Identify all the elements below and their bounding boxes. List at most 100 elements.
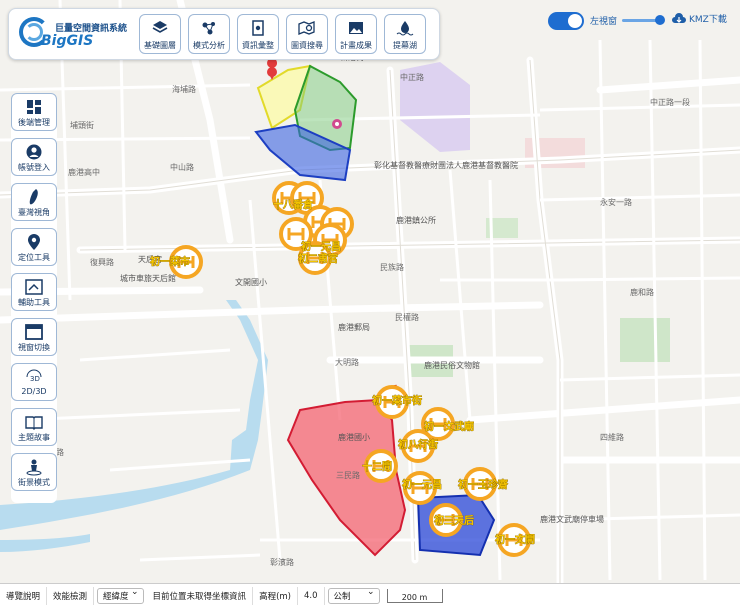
project-results-label: 計畫成果 xyxy=(340,41,372,50)
map-canvas[interactable]: 海埔路 中山路 民族路 民權路 中正路 鹿和路 大明路 三民路 彰濱路 鹿港高中… xyxy=(0,0,740,607)
sidebar-item-label: 2D/3D xyxy=(21,387,47,396)
taiwan-icon xyxy=(27,187,41,207)
coord-status: 目前位置未取得坐標資訊 xyxy=(147,586,254,605)
road-label: 民權路 xyxy=(395,312,419,322)
sidebar-item-2d3d[interactable]: 3D 2D/3D xyxy=(11,363,57,401)
left-window-label: 左視窗 xyxy=(590,17,618,27)
marker-label: 初一文武廟 xyxy=(424,420,474,433)
unit-select[interactable]: 公制 xyxy=(327,587,380,604)
marker-label: 初一元昌 xyxy=(301,240,341,253)
report-icon xyxy=(247,18,269,38)
elevation-label: 高程(m) xyxy=(253,586,298,605)
road-label: 中山路 xyxy=(170,162,194,172)
sidebar-item-login[interactable]: 帳號登入 xyxy=(11,138,57,176)
water-icon xyxy=(394,18,416,38)
sidebar-item-label: 主題故事 xyxy=(18,433,50,442)
logo-title: BigGIS xyxy=(41,33,94,49)
road-label: 復興路 xyxy=(90,257,114,267)
location-pin-icon xyxy=(332,119,342,129)
sidebar-item-label: 街景模式 xyxy=(18,478,50,487)
marker-label: 初一元昌 xyxy=(402,478,442,491)
map-search-icon xyxy=(296,18,318,38)
marker-label: 初三天后 xyxy=(434,514,474,527)
performance-button[interactable]: 效能檢測 xyxy=(47,586,95,605)
map-app: 海埔路 中山路 民族路 民權路 中正路 鹿和路 大明路 三民路 彰濱路 鹿港高中… xyxy=(0,0,740,607)
dashboard-icon xyxy=(26,97,42,117)
marker-label: 初八行街 xyxy=(398,438,438,451)
road-label: 中正路 xyxy=(400,72,424,82)
road-label: 永安一路 xyxy=(600,197,632,207)
status-bar: 導覽說明 效能檢測 經緯度 目前位置未取得坐標資訊 高程(m) 4.0 公制 2… xyxy=(0,583,740,607)
top-toolbar: 巨量空間資訊系統 BigGIS 基礎圖層 模式分析 資訊彙整 圖資搜尋 計畫成果… xyxy=(8,8,440,60)
marker-label: 初二甫宮 xyxy=(298,252,338,265)
image-icon xyxy=(345,18,367,38)
sidebar-item-taiwan-view[interactable]: 臺灣視角 xyxy=(11,183,57,221)
guide-button[interactable]: 導覽說明 xyxy=(0,586,48,605)
lake-button[interactable]: 提幕湖 xyxy=(384,14,426,54)
road-label: 埔頭街 xyxy=(70,120,94,130)
road-label: 鹿和路 xyxy=(630,287,654,297)
3d-icon: 3D xyxy=(24,367,44,387)
road-label: 大明路 xyxy=(335,357,359,367)
scale-bar: 200 m xyxy=(386,588,443,603)
base-layers-button[interactable]: 基礎圖層 xyxy=(139,14,181,54)
place-label: 鹿港鎮公所 xyxy=(396,215,436,225)
left-window-toggle[interactable] xyxy=(548,12,584,30)
place-label: 城市車旅天后館 xyxy=(120,273,176,283)
marker-label: 十二間 xyxy=(362,460,392,473)
sidebar-item-admin[interactable]: 後端管理 xyxy=(11,93,57,131)
road-label: 民族路 xyxy=(380,262,404,272)
user-icon xyxy=(26,142,42,162)
book-icon xyxy=(25,412,43,432)
layers-icon xyxy=(149,18,171,38)
road-label: 海埔路 xyxy=(172,84,196,94)
cloud-download-icon xyxy=(672,12,686,23)
info-summary-button[interactable]: 資訊彙整 xyxy=(237,14,279,54)
sidebar-item-locate[interactable]: 定位工具 xyxy=(11,228,57,266)
coord-system-select[interactable]: 經緯度 xyxy=(97,587,144,604)
kmz-download-button[interactable]: KMZ下載 xyxy=(672,12,727,25)
place-label: 鹿港國小 xyxy=(338,432,370,442)
map-search-button[interactable]: 圖資搜尋 xyxy=(286,14,328,54)
sidebar-item-label: 臺灣視角 xyxy=(18,208,50,217)
model-analysis-label: 模式分析 xyxy=(193,41,225,50)
sidebar-item-story[interactable]: 主題故事 xyxy=(11,408,57,446)
opacity-slider[interactable] xyxy=(622,15,665,25)
info-summary-label: 資訊彙整 xyxy=(242,41,274,50)
place-label: 鹿港民俗文物館 xyxy=(424,360,480,370)
tools-icon xyxy=(25,277,43,297)
kmz-label: KMZ下載 xyxy=(689,15,727,25)
road-label: 中正路一段 xyxy=(650,97,690,107)
road-label: 彰濱路 xyxy=(270,557,294,567)
biggis-logo: 巨量空間資訊系統 BigGIS xyxy=(9,9,139,59)
marker-label: 初一文開 xyxy=(495,533,535,546)
sidebar-item-streetview[interactable]: 街景模式 xyxy=(11,453,57,491)
sidebar-item-label: 帳號登入 xyxy=(18,163,50,172)
sidebar-item-label: 輔助工具 xyxy=(18,298,50,307)
left-sidebar: 後端管理 帳號登入 臺灣視角 定位工具 輔助工具 視窗切換 3D 2D/3D 主 xyxy=(11,93,57,503)
location-pin-icon xyxy=(27,232,41,252)
project-results-button[interactable]: 計畫成果 xyxy=(335,14,377,54)
marker-label: 十八番倉 xyxy=(273,198,314,211)
place-label: 鹿港郵局 xyxy=(338,322,370,332)
model-analysis-button[interactable]: 模式分析 xyxy=(188,14,230,54)
map-search-label: 圖資搜尋 xyxy=(291,41,323,50)
sidebar-item-tools[interactable]: 輔助工具 xyxy=(11,273,57,311)
road-label: 鹿港高中 xyxy=(68,167,100,177)
place-label: 彰化基督教醫療財團法人鹿港基督教醫院 xyxy=(374,160,518,170)
base-layers-label: 基礎圖層 xyxy=(144,41,176,50)
place-label: 文開國小 xyxy=(235,277,267,287)
sidebar-item-window-switch[interactable]: 視窗切換 xyxy=(11,318,57,356)
sidebar-item-label: 定位工具 xyxy=(18,253,50,262)
marker-label: 初一玉珍齋 xyxy=(458,478,509,491)
marker-label: 初一菜市街 xyxy=(372,394,422,407)
svg-text:3D: 3D xyxy=(30,375,40,383)
analysis-icon xyxy=(198,18,220,38)
sidebar-item-label: 後端管理 xyxy=(18,118,50,127)
road-label: 四維路 xyxy=(600,432,624,442)
sidebar-item-label: 視窗切換 xyxy=(18,343,50,352)
place-label: 鹿港文武廟停車場 xyxy=(540,514,604,524)
pegman-icon xyxy=(25,457,43,477)
window-icon xyxy=(25,322,43,342)
marker-label: 初一菜市 xyxy=(150,255,190,268)
